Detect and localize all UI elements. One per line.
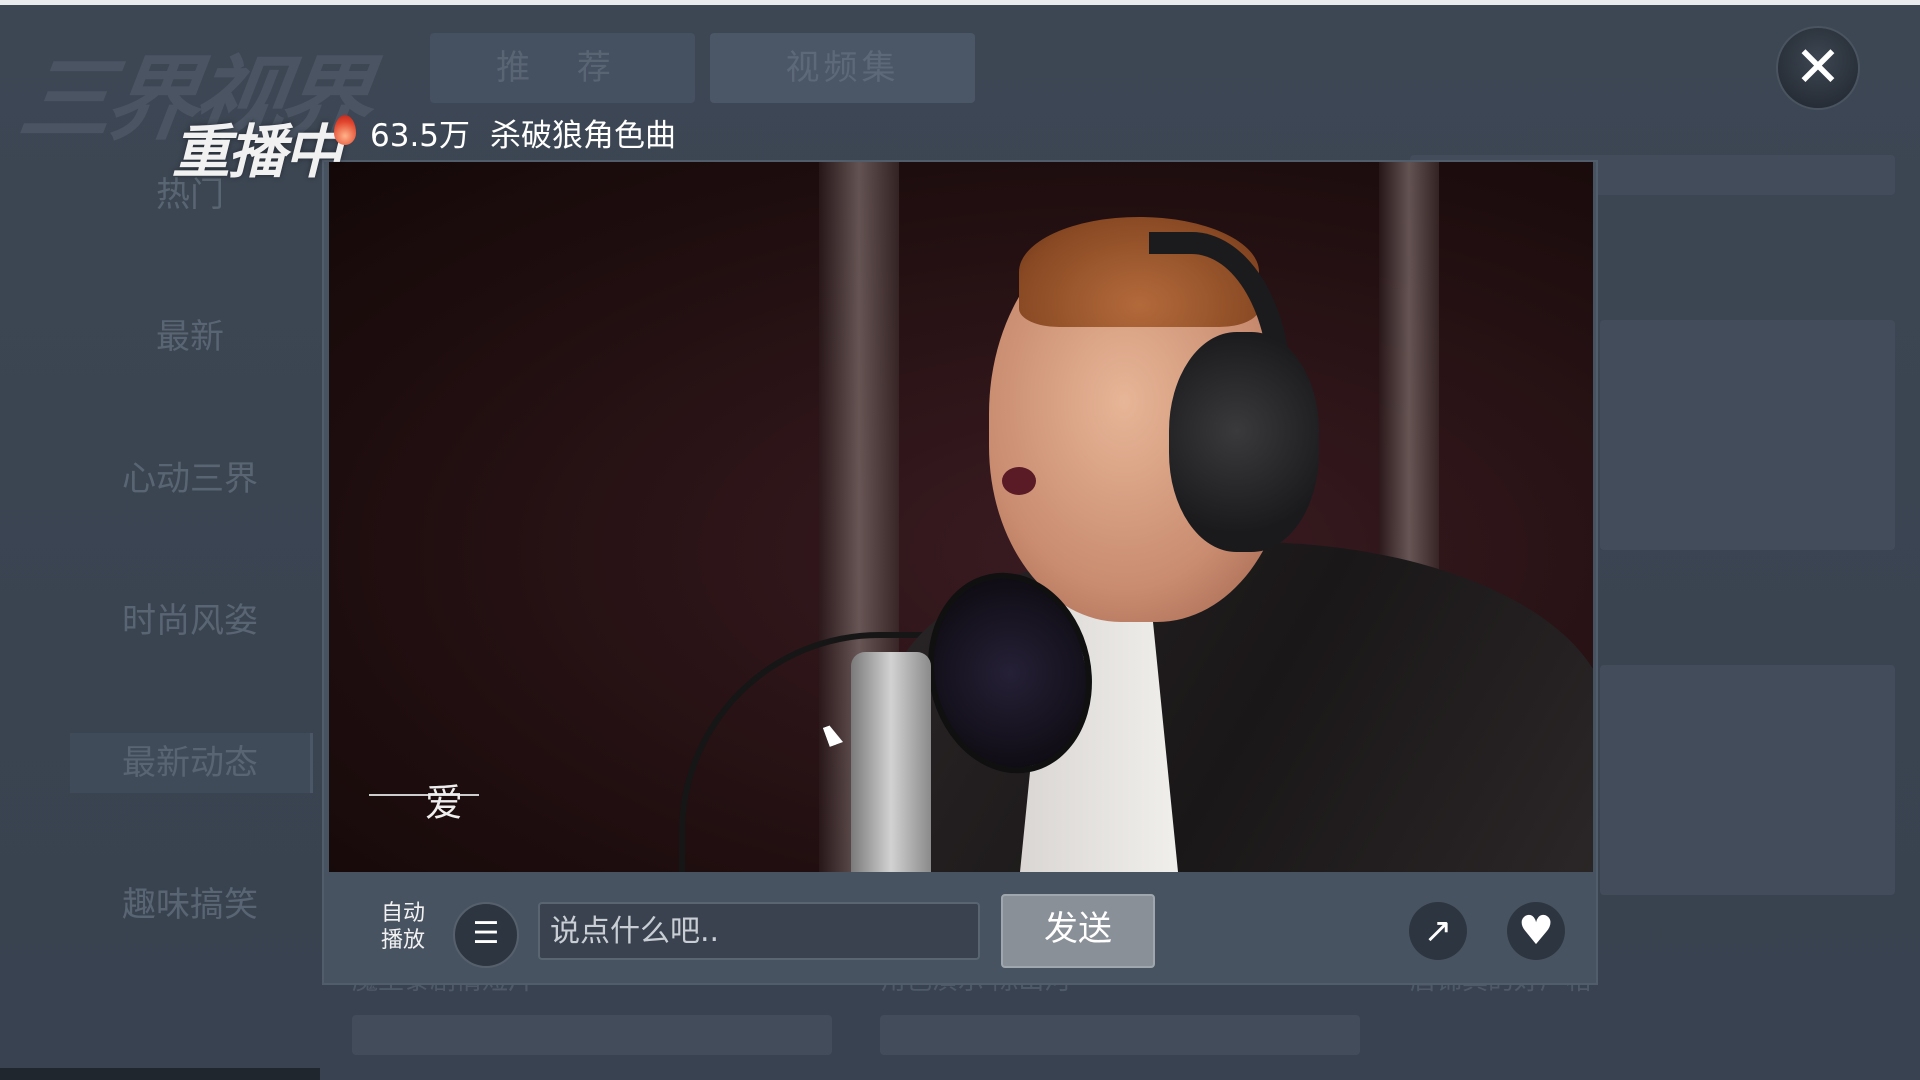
- heart-icon: ♥: [1518, 908, 1554, 954]
- taskbar-fragment: [0, 1068, 320, 1080]
- watermark-char: 爱: [425, 781, 464, 825]
- video-title: 杀破狼角色曲: [490, 118, 676, 154]
- sidebar-item-funny[interactable]: 趣味搞笑: [70, 875, 310, 935]
- tab-recommend[interactable]: 推 荐: [430, 33, 695, 103]
- sidebar-item-news[interactable]: 最新动态: [70, 733, 313, 793]
- video-frame[interactable]: 爱: [329, 162, 1593, 872]
- player-control-bar: 自动播放 ☰ 发送 ↗ ♥: [329, 872, 1593, 984]
- video-card[interactable]: [352, 1015, 832, 1055]
- sidebar-item-fashion[interactable]: 时尚风姿: [70, 591, 310, 651]
- send-button[interactable]: 发送: [1001, 894, 1155, 968]
- view-count: 63.5万: [370, 118, 471, 154]
- singer-mouth: [1002, 467, 1036, 495]
- close-icon: ✕: [1794, 35, 1842, 100]
- share-icon: ↗: [1423, 911, 1453, 951]
- video-card[interactable]: [1600, 320, 1895, 550]
- sidebar-item-heartbeat[interactable]: 心动三界: [70, 449, 310, 509]
- share-button[interactable]: ↗: [1409, 902, 1467, 960]
- headphone-icon: [1169, 332, 1319, 552]
- fire-icon: [334, 115, 356, 145]
- microphone: [851, 652, 931, 872]
- autoplay-toggle[interactable]: 自动播放: [373, 900, 433, 954]
- close-button[interactable]: ✕: [1778, 28, 1858, 108]
- video-card[interactable]: [1600, 665, 1895, 895]
- video-card[interactable]: [880, 1015, 1360, 1055]
- replay-status: 重播中: [172, 118, 342, 186]
- tab-video-collection[interactable]: 视频集: [710, 33, 975, 103]
- danmaku-toggle-button[interactable]: ☰: [453, 902, 519, 968]
- like-button[interactable]: ♥: [1507, 902, 1565, 960]
- comment-input[interactable]: [538, 902, 980, 960]
- sidebar-item-latest[interactable]: 最新: [70, 307, 310, 367]
- danmaku-toggle-icon: ☰: [472, 916, 500, 951]
